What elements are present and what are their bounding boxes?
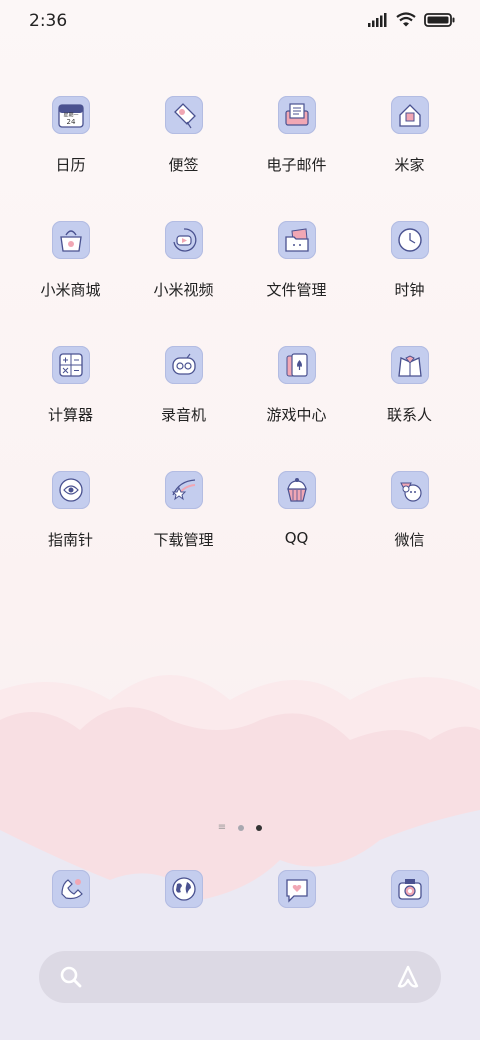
app-contacts[interactable]: 联系人 [353, 346, 466, 425]
search-bar[interactable] [39, 951, 441, 1003]
app-label: 小米商城 [40, 281, 101, 299]
email-icon [284, 103, 309, 126]
app-label: 游戏中心 [266, 406, 327, 424]
dock-camera[interactable] [353, 870, 466, 908]
app-label: 计算器 [47, 406, 93, 424]
app-label: 指南针 [47, 531, 93, 549]
globe-icon [171, 877, 196, 901]
app-game-center[interactable]: 游戏中心 [240, 346, 353, 425]
wifi-icon [396, 12, 416, 27]
page-indicator: ≡ [0, 823, 480, 833]
phone-icon [60, 879, 83, 900]
sticky-note-icon [173, 103, 196, 129]
app-download-manager[interactable]: 下载管理 [127, 471, 240, 550]
calendar-day: 24 [66, 118, 75, 126]
signal-icon [368, 12, 387, 27]
app-notes[interactable]: 便签 [127, 96, 240, 175]
folder-icon [284, 228, 309, 252]
calculator-icon [58, 353, 83, 377]
app-recorder[interactable]: 录音机 [127, 346, 240, 425]
search-icon[interactable] [59, 965, 83, 989]
app-label: 文件管理 [266, 281, 327, 299]
video-icon [172, 228, 196, 252]
app-file-manager[interactable]: 文件管理 [240, 221, 353, 300]
dock-browser[interactable] [127, 870, 240, 908]
app-label: QQ [284, 529, 309, 547]
app-label: 联系人 [386, 406, 432, 424]
recorder-icon [171, 353, 196, 375]
battery-icon [424, 12, 455, 27]
app-compass[interactable]: 指南针 [14, 471, 127, 550]
status-time: 2:36 [29, 11, 68, 31]
calendar-icon: 星期一 24 [57, 104, 84, 128]
app-label: 电子邮件 [266, 156, 327, 174]
camera-icon [397, 879, 422, 900]
playing-card-icon [286, 353, 308, 377]
app-label: 米家 [394, 156, 425, 174]
qq-cupcake-icon [286, 478, 307, 502]
app-calculator[interactable]: 计算器 [14, 346, 127, 425]
dock-phone[interactable] [14, 870, 127, 908]
app-wechat[interactable]: 微信 [353, 471, 466, 550]
home-icon [398, 104, 421, 127]
page-dot-active[interactable] [256, 825, 263, 831]
message-heart-icon [285, 879, 308, 903]
status-bar: 2:36 [0, 0, 480, 40]
menu-lines-icon[interactable]: ≡ [218, 823, 226, 833]
app-calendar[interactable]: 星期一 24 日历 [14, 96, 127, 175]
app-label: 微信 [394, 531, 425, 549]
dock-messages[interactable] [240, 870, 353, 908]
app-label: 录音机 [160, 406, 206, 424]
assistant-icon[interactable] [395, 964, 421, 990]
compass-icon [58, 478, 83, 502]
page-dot[interactable] [238, 825, 245, 831]
wechat-icon [399, 482, 422, 502]
app-label: 小米视频 [153, 281, 214, 299]
shooting-star-icon [171, 479, 195, 501]
contacts-icon [397, 355, 422, 377]
app-qq[interactable]: QQ [240, 471, 353, 547]
app-email[interactable]: 电子邮件 [240, 96, 353, 175]
clock-icon [397, 228, 422, 252]
app-mi-video[interactable]: 小米视频 [127, 221, 240, 300]
app-clock[interactable]: 时钟 [353, 221, 466, 300]
app-label: 日历 [55, 156, 86, 174]
shopping-bag-icon [59, 230, 82, 252]
app-mijia[interactable]: 米家 [353, 96, 466, 175]
app-label: 便签 [168, 156, 199, 174]
app-label: 下载管理 [153, 531, 214, 549]
app-mi-store[interactable]: 小米商城 [14, 221, 127, 300]
app-label: 时钟 [394, 281, 425, 299]
